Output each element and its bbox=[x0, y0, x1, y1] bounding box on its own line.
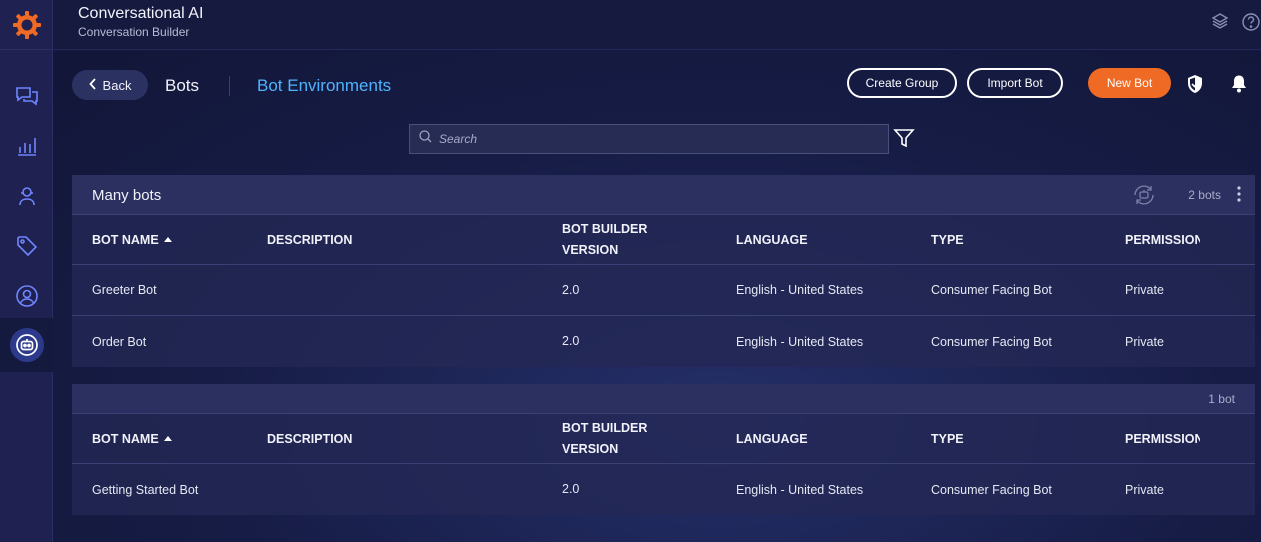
bot-sync-icon bbox=[1131, 183, 1157, 212]
app-subtitle: Conversation Builder bbox=[78, 25, 190, 39]
breadcrumb-divider bbox=[229, 76, 230, 96]
group-title: Many bots bbox=[92, 187, 162, 204]
col-bot-name[interactable]: BOT NAME bbox=[92, 432, 172, 446]
back-label: Back bbox=[102, 77, 132, 93]
search-icon bbox=[419, 130, 432, 148]
analytics-icon[interactable] bbox=[0, 129, 53, 163]
col-type[interactable]: TYPE bbox=[931, 432, 964, 446]
gear-logo-icon[interactable] bbox=[0, 0, 53, 50]
main-content: Back Bots Bot Environments Create Group … bbox=[53, 51, 1261, 542]
create-group-button[interactable]: Create Group bbox=[847, 68, 957, 98]
filter-icon[interactable] bbox=[893, 127, 915, 154]
language-cell: English - United States bbox=[736, 283, 864, 297]
bell-icon[interactable] bbox=[1230, 74, 1248, 99]
user-circle-icon[interactable] bbox=[0, 279, 53, 313]
table-row[interactable]: Getting Started Bot 2.0 English - United… bbox=[72, 464, 1255, 515]
chat-bubbles-icon[interactable] bbox=[0, 79, 53, 113]
sort-ascending-icon bbox=[163, 236, 172, 242]
group-header: Many bots 2 bots bbox=[72, 175, 1255, 215]
more-options-icon[interactable] bbox=[1237, 186, 1241, 207]
language-cell: English - United States bbox=[736, 334, 864, 349]
col-description[interactable]: DESCRIPTION bbox=[267, 432, 352, 446]
col-permission[interactable]: PERMISSION bbox=[1125, 432, 1200, 446]
group-bot-count: 2 bots bbox=[1188, 188, 1221, 202]
bot-name-cell[interactable]: Greeter Bot bbox=[92, 283, 157, 297]
agent-icon[interactable] bbox=[0, 179, 53, 213]
type-cell: Consumer Facing Bot bbox=[931, 283, 1052, 297]
chevron-left-icon bbox=[88, 77, 97, 93]
new-bot-button[interactable]: New Bot bbox=[1088, 68, 1171, 98]
type-cell: Consumer Facing Bot bbox=[931, 334, 1052, 349]
search-input[interactable] bbox=[439, 132, 879, 146]
permission-cell: Private bbox=[1125, 334, 1164, 349]
col-description[interactable]: DESCRIPTION bbox=[267, 233, 352, 247]
col-bot-builder-version[interactable]: BOT BUILDER VERSION bbox=[562, 418, 672, 460]
back-button[interactable]: Back bbox=[72, 70, 148, 100]
permission-cell: Private bbox=[1125, 482, 1164, 497]
col-bot-name[interactable]: BOT NAME bbox=[92, 233, 172, 247]
permission-cell: Private bbox=[1125, 283, 1164, 297]
bot-icon-ring bbox=[9, 328, 44, 362]
bot-icon[interactable] bbox=[0, 318, 53, 372]
col-type[interactable]: TYPE bbox=[931, 233, 964, 247]
group-bot-count: 1 bot bbox=[1208, 392, 1235, 406]
version-cell: 2.0 bbox=[562, 482, 580, 496]
col-language[interactable]: LANGUAGE bbox=[736, 233, 808, 247]
breadcrumb-bots[interactable]: Bots bbox=[165, 76, 199, 96]
tag-icon[interactable] bbox=[0, 229, 53, 263]
bot-name-cell[interactable]: Getting Started Bot bbox=[92, 483, 198, 497]
bot-group-many-bots: Many bots 2 bots BOT NAME DESCRIPTION BO… bbox=[72, 175, 1255, 367]
col-permission[interactable]: PERMISSION bbox=[1125, 233, 1200, 247]
table-header-row: BOT NAME DESCRIPTION BOT BUILDER VERSION… bbox=[72, 215, 1255, 265]
help-icon[interactable] bbox=[1241, 12, 1261, 37]
table-header-row: BOT NAME DESCRIPTION BOT BUILDER VERSION… bbox=[72, 414, 1255, 464]
layers-icon[interactable] bbox=[1211, 12, 1229, 37]
search-box bbox=[409, 124, 889, 154]
app-title: Conversational AI bbox=[78, 5, 204, 22]
col-bot-builder-version[interactable]: BOT BUILDER VERSION bbox=[562, 219, 672, 261]
left-nav-rail bbox=[0, 0, 53, 542]
type-cell: Consumer Facing Bot bbox=[931, 482, 1052, 497]
sort-ascending-icon bbox=[163, 435, 172, 441]
import-bot-button[interactable]: Import Bot bbox=[967, 68, 1063, 98]
version-cell: 2.0 bbox=[562, 334, 580, 348]
bot-name-cell[interactable]: Order Bot bbox=[92, 335, 146, 349]
bot-group-ungrouped: 1 bot BOT NAME DESCRIPTION BOT BUILDER V… bbox=[72, 384, 1255, 515]
table-row[interactable]: Greeter Bot 2.0 English - United States … bbox=[72, 265, 1255, 316]
table-row[interactable]: Order Bot 2.0 English - United States Co… bbox=[72, 316, 1255, 367]
bot-environments-link[interactable]: Bot Environments bbox=[257, 76, 391, 96]
col-language[interactable]: LANGUAGE bbox=[736, 432, 808, 446]
top-bar-icons bbox=[1211, 12, 1261, 37]
group-header: 1 bot bbox=[72, 384, 1255, 414]
shield-icon[interactable] bbox=[1186, 74, 1204, 99]
language-cell: English - United States bbox=[736, 482, 864, 497]
version-cell: 2.0 bbox=[562, 282, 580, 297]
top-bar: Conversational AI Conversation Builder bbox=[53, 0, 1261, 50]
